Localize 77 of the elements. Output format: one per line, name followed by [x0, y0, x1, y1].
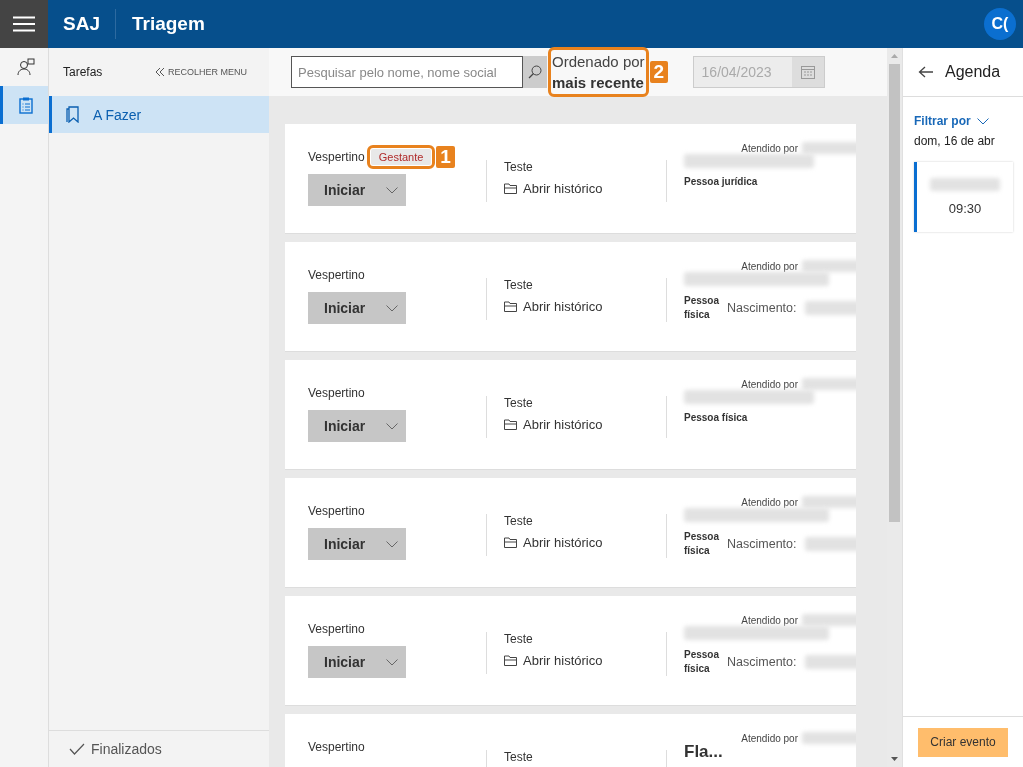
- product-name: SAJ: [63, 9, 116, 39]
- shift-label: Vespertino: [308, 740, 365, 754]
- search-icon: [528, 65, 542, 79]
- start-button[interactable]: Iniciar: [308, 528, 406, 560]
- open-history-link[interactable]: Abrir histórico: [504, 181, 666, 196]
- blurred-text: [930, 178, 1000, 191]
- back-arrow-icon[interactable]: [918, 66, 933, 78]
- menu-button[interactable]: [0, 0, 48, 48]
- service-name: Teste: [504, 514, 534, 528]
- menu-icon: [13, 16, 35, 32]
- folder-icon: [504, 419, 517, 430]
- start-button[interactable]: Iniciar: [308, 410, 406, 442]
- service-name: Teste: [504, 160, 534, 174]
- nav-item[interactable]: [0, 86, 48, 124]
- service-name: Teste: [504, 396, 534, 410]
- task-list-item[interactable]: A Fazer: [49, 96, 269, 133]
- chevron-down-icon: [386, 658, 398, 666]
- start-button[interactable]: Iniciar: [308, 292, 406, 324]
- open-history-link[interactable]: Abrir histórico: [504, 299, 666, 314]
- collapse-menu-link[interactable]: RECOLHER MENU: [156, 67, 247, 77]
- clipboard-icon: [18, 96, 33, 114]
- folder-icon: [504, 537, 517, 548]
- start-button[interactable]: Iniciar: [308, 174, 406, 206]
- shift-label: Vespertino: [308, 268, 365, 282]
- event-time: 09:30: [948, 201, 982, 216]
- shift-label: Vespertino: [308, 150, 365, 164]
- chevron-down-icon: [976, 117, 989, 125]
- check-icon: [69, 743, 85, 755]
- start-button[interactable]: Iniciar: [308, 646, 406, 678]
- search-button[interactable]: [523, 56, 547, 88]
- birth-label: Nascimento:: [727, 537, 797, 551]
- search-field[interactable]: Pesquisar pelo nome, nome social: [291, 56, 523, 88]
- user-chat-icon: [16, 58, 35, 76]
- create-event-button[interactable]: Criar evento: [918, 727, 1008, 757]
- folder-icon: [504, 183, 517, 194]
- person-name: Fla...: [684, 742, 724, 762]
- chevron-down-icon: [386, 304, 398, 312]
- shift-label: Vespertino: [308, 622, 365, 636]
- chevron-down-icon: [386, 540, 398, 548]
- person-type: Pessoa física: [684, 412, 749, 423]
- calendar-icon: [800, 65, 815, 79]
- open-history-link[interactable]: Abrir histórico: [504, 535, 666, 550]
- user-avatar[interactable]: C(: [984, 8, 1016, 40]
- birth-label: Nascimento:: [727, 301, 797, 315]
- panel-title: Agenda: [945, 63, 1001, 81]
- callout-number: 1: [436, 146, 455, 168]
- attended-by-label: Atendido por: [741, 732, 798, 744]
- scrollbar-thumb[interactable]: [889, 64, 900, 522]
- open-history-link[interactable]: Abrir histórico: [504, 417, 666, 432]
- folder-icon: [504, 655, 517, 666]
- person-type: Pessoa física: [684, 294, 720, 322]
- callout-number: 2: [649, 61, 669, 83]
- double-chevron-left-icon: [156, 68, 165, 76]
- open-history-link[interactable]: Abrir histórico: [504, 653, 666, 668]
- person-type: Pessoa jurídica: [684, 176, 759, 187]
- person-type: Pessoa física: [684, 530, 720, 558]
- chevron-down-icon: [386, 186, 398, 194]
- attended-by-label: Atendido por: [741, 142, 798, 154]
- chevron-down-icon: [386, 422, 398, 430]
- attended-by-label: Atendido por: [741, 496, 798, 508]
- attended-by-label: Atendido por: [741, 614, 798, 626]
- shift-label: Vespertino: [308, 504, 365, 518]
- event-card[interactable]: 09:30: [914, 162, 1013, 232]
- shift-label: Vespertino: [308, 386, 365, 400]
- service-name: Teste: [504, 632, 534, 646]
- service-name: Teste: [504, 750, 534, 764]
- birth-label: Nascimento:: [727, 655, 797, 669]
- filter-dropdown[interactable]: Filtrar por: [914, 114, 1023, 128]
- attended-by-label: Atendido por: [741, 260, 798, 272]
- attended-by-label: Atendido por: [741, 378, 798, 390]
- section-title: Tarefas: [63, 65, 103, 79]
- bookmark-icon: [66, 106, 79, 123]
- agenda-date: dom, 16 de abr: [914, 134, 996, 148]
- service-name: Teste: [504, 278, 534, 292]
- person-type: Pessoa física: [684, 648, 720, 676]
- app-title: Triagem: [131, 13, 205, 35]
- folder-icon: [504, 301, 517, 312]
